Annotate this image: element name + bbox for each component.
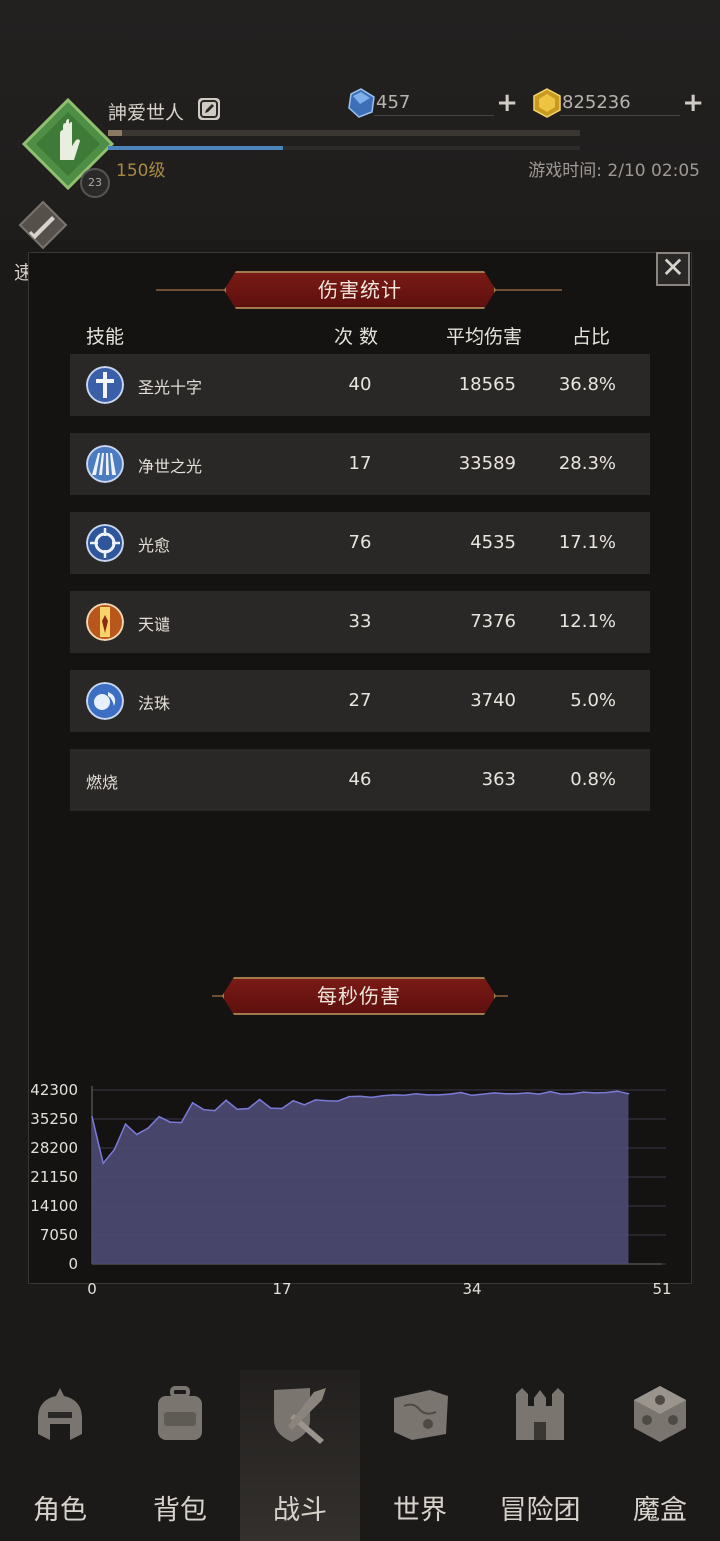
nav-label: 冒险团: [499, 1495, 581, 1526]
chart-data-point: [91, 1115, 93, 1118]
chart-data-point: [616, 1090, 619, 1092]
chart-data-point: [538, 1093, 540, 1095]
chart-y-tick-label: 35250: [30, 1110, 78, 1128]
chart-y-tick-label: 21150: [30, 1168, 78, 1186]
nav-label: 魔盒: [633, 1495, 687, 1526]
chart-data-point: [359, 1095, 362, 1097]
nav-item-magic-box[interactable]: 魔盒: [600, 1370, 720, 1541]
chart-x-tick-label: 0: [87, 1280, 97, 1298]
chart-data-point: [448, 1093, 451, 1095]
chart-data-point: [571, 1092, 574, 1095]
chart-data-point: [292, 1099, 295, 1102]
chart-data-point: [281, 1107, 283, 1110]
chart-data-point: [225, 1099, 227, 1102]
chart-x-tick-label: 34: [462, 1280, 481, 1298]
nav-item-adventure-group[interactable]: 冒险团: [480, 1370, 600, 1541]
chart-y-tick-label: 42300: [30, 1081, 78, 1099]
chart-data-point: [627, 1092, 630, 1095]
chart-data-point: [158, 1115, 160, 1118]
chart-data-point: [303, 1104, 306, 1106]
chart-data-point: [325, 1099, 328, 1102]
chart-data-point: [147, 1127, 149, 1130]
chart-data-point: [583, 1091, 585, 1093]
chart-data-point: [515, 1092, 518, 1095]
chart-data-point: [504, 1092, 507, 1095]
nav-label: 世界: [393, 1495, 447, 1526]
castle-icon: [516, 1388, 564, 1440]
chart-data-point: [124, 1123, 127, 1125]
map-scroll-icon: [394, 1390, 448, 1440]
chart-data-point: [549, 1090, 551, 1093]
swords-shield-icon: [274, 1388, 326, 1444]
bottom-nav: 角色 背包 战斗 世界 冒险团 魔盒: [0, 1370, 720, 1541]
chart-data-point: [370, 1096, 373, 1099]
chart-data-point: [102, 1162, 104, 1164]
backpack-icon: [158, 1386, 202, 1440]
chart-data-point: [214, 1109, 216, 1112]
chart-y-tick-label: 0: [68, 1255, 78, 1273]
chart-y-tick-label: 7050: [40, 1226, 78, 1244]
chart-data-point: [203, 1108, 205, 1111]
chart-data-point: [270, 1107, 272, 1109]
nav-item-world[interactable]: 世界: [360, 1370, 480, 1541]
chart-y-tick-label: 14100: [30, 1197, 78, 1215]
chart-data-point: [258, 1098, 261, 1101]
chart-data-point: [415, 1092, 417, 1095]
chart-x-tick-label: 17: [272, 1280, 291, 1298]
chart-y-tick-label: 28200: [30, 1139, 78, 1157]
magic-cube-icon: [634, 1386, 686, 1442]
chart-data-point: [180, 1121, 183, 1124]
chart-area-fill: [92, 1091, 629, 1264]
chart-data-point: [437, 1094, 440, 1096]
chart-data-point: [113, 1148, 116, 1151]
nav-label: 角色: [33, 1495, 87, 1526]
nav-item-battle[interactable]: 战斗: [240, 1370, 360, 1541]
nav-item-backpack[interactable]: 背包: [120, 1370, 240, 1541]
chart-data-point: [348, 1095, 350, 1098]
nav-label: 战斗: [273, 1495, 327, 1526]
chart-data-point: [426, 1094, 429, 1096]
chart-data-point: [605, 1091, 607, 1094]
chart-data-point: [460, 1091, 462, 1094]
dps-area-chart: 42300 35250 28200 21150 14100 7050 00 17 34 51: [30, 1081, 671, 1298]
chart-data-point: [471, 1094, 473, 1097]
nav-item-character[interactable]: 角色: [0, 1370, 120, 1541]
chart-data-point: [594, 1092, 596, 1094]
chart-data-point: [560, 1093, 563, 1095]
chart-data-point: [527, 1092, 529, 1094]
chart-data-point: [482, 1093, 485, 1095]
chart-data-point: [381, 1095, 384, 1097]
helmet-icon: [38, 1388, 82, 1440]
chart-data-point: [337, 1100, 339, 1102]
chart-data-point: [247, 1107, 250, 1110]
chart-data-point: [493, 1092, 496, 1094]
chart-data-point: [404, 1094, 406, 1097]
nav-label: 背包: [153, 1495, 207, 1526]
chart-data-point: [191, 1102, 194, 1104]
chart-data-point: [169, 1121, 171, 1123]
chart-data-point: [236, 1108, 239, 1111]
chart-data-point: [314, 1099, 317, 1101]
chart-x-tick-label: 51: [652, 1280, 671, 1298]
chart-data-point: [135, 1133, 138, 1136]
chart-data-point: [393, 1094, 395, 1096]
